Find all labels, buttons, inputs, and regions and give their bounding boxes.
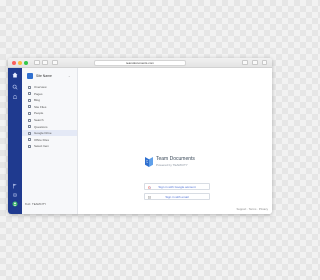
sidebar-toggle-button[interactable]	[52, 60, 58, 65]
nav-item[interactable]: Site Files	[22, 104, 77, 110]
team-documents-logo	[145, 157, 153, 167]
site-switcher[interactable]: Site Name ⌄	[27, 73, 75, 79]
site-logo	[27, 73, 33, 79]
nav-item[interactable]: Google Drive	[22, 130, 77, 137]
minimize-window-button[interactable]	[18, 61, 22, 65]
main-content: Team Documents Powered by TEAMCITY Sign …	[78, 68, 272, 214]
nav-item-label: Select Item	[34, 144, 50, 149]
nav-item-icon	[28, 144, 31, 148]
browser-titlebar: teamdocuments.com	[8, 58, 272, 68]
nav-item-icon	[28, 125, 31, 129]
site-name: Site Name	[36, 74, 52, 78]
nav-item-label: People	[34, 111, 44, 116]
nav-item[interactable]: Blog	[22, 97, 77, 103]
google-signin-button[interactable]: Sign in with Google account	[144, 183, 210, 190]
new-tab-button[interactable]	[262, 60, 267, 65]
email-signin-label: Sign in with email	[165, 195, 189, 199]
nav-item-icon	[28, 105, 31, 109]
google-signin-label: Sign in with Google account	[158, 185, 196, 189]
bell-icon[interactable]	[12, 94, 18, 100]
nav-item-icon	[28, 131, 31, 135]
search-icon[interactable]	[12, 84, 18, 90]
nav-item-icon	[28, 98, 31, 102]
nav-item-label: Site Files	[34, 104, 47, 109]
flag-icon[interactable]	[12, 183, 18, 189]
nav-item-label: Blog	[34, 98, 41, 103]
nav-item-icon	[28, 118, 31, 122]
nav-item[interactable]: Overview	[22, 84, 77, 90]
email-signin-button[interactable]: Sign in with email	[144, 193, 210, 200]
nav-item-label: Overview	[34, 85, 47, 89]
nav-item-label: Pages	[34, 91, 43, 96]
site-navigation: Site Name ⌄ Overview Pages Blog Site Files P…	[22, 68, 78, 214]
nav-item[interactable]: Questions	[22, 124, 77, 130]
nav-item-label: Questions	[34, 124, 48, 129]
share-button[interactable]	[242, 60, 248, 65]
browser-window: teamdocuments.com Site Name ⌄ Overview P…	[8, 58, 272, 214]
brand-title: Team Documents	[156, 156, 195, 162]
nav-item[interactable]: Select Item	[22, 143, 77, 149]
forward-button[interactable]	[42, 60, 48, 65]
nav-item-icon	[28, 92, 31, 96]
nav-item-label: Office Files	[34, 137, 49, 142]
url-text: teamdocuments.com	[126, 61, 154, 65]
user-icon[interactable]	[12, 201, 18, 207]
nav-item[interactable]: Search	[22, 117, 77, 123]
nav-item-icon	[28, 111, 31, 115]
nav-item-label: Google Drive	[34, 131, 52, 136]
nav-footer-label: Built	[25, 202, 31, 206]
brand-subtitle: Powered by TEAMCITY	[156, 163, 188, 167]
nav-item[interactable]: People	[22, 110, 77, 116]
maximize-window-button[interactable]	[24, 61, 28, 65]
nav-item-icon	[28, 138, 31, 142]
tabs-button[interactable]	[252, 60, 258, 65]
nav-item-icon	[28, 85, 31, 89]
address-bar[interactable]: teamdocuments.com	[94, 60, 186, 66]
app-rail	[8, 68, 22, 214]
chevron-down-icon: ⌄	[68, 74, 71, 78]
home-icon[interactable]	[12, 72, 18, 78]
footer-links[interactable]: Support · Terms · Privacy	[237, 207, 269, 211]
nav-item[interactable]: Pages	[22, 91, 77, 97]
nav-item-label: Search	[34, 118, 44, 122]
close-window-button[interactable]	[12, 61, 16, 65]
nav-footer-brand: TEAMCITY	[32, 202, 47, 206]
settings-icon[interactable]	[12, 192, 18, 198]
back-button[interactable]	[34, 60, 40, 65]
nav-item[interactable]: Office Files	[22, 137, 77, 143]
